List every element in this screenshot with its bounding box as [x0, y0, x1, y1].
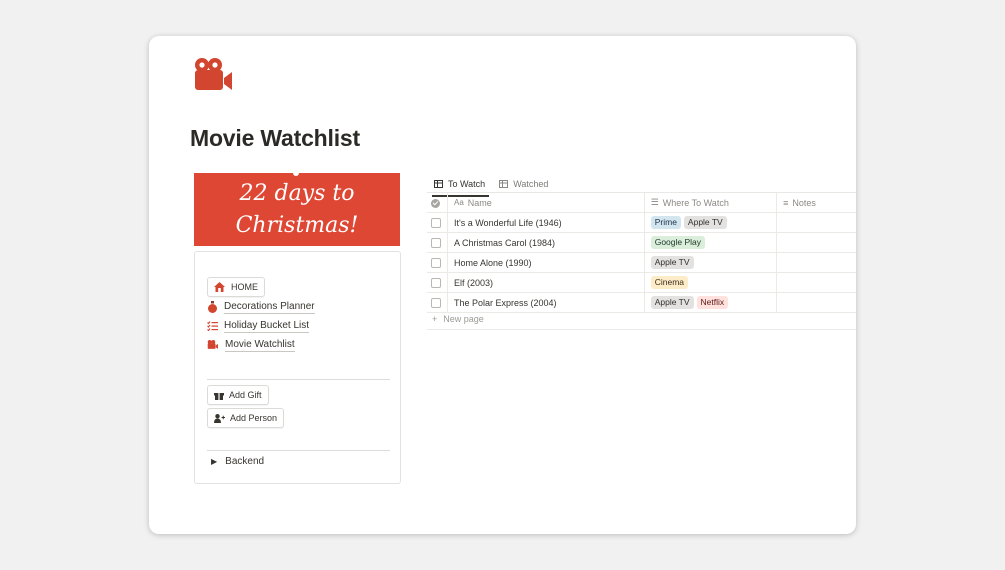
add-person-label: Add Person	[230, 413, 278, 423]
row-checkbox-cell	[427, 252, 448, 273]
table-bottom-border	[427, 329, 856, 330]
movie-name-cell[interactable]: Home Alone (1990)	[447, 252, 645, 273]
row-checkbox-cell	[427, 212, 448, 233]
notes-cell[interactable]	[776, 232, 856, 253]
new-page-label: New page	[443, 314, 484, 324]
banner-dot	[293, 170, 299, 176]
where-to-watch-cell[interactable]: Apple TV	[644, 252, 778, 273]
nav-item-holiday-bucket-list[interactable]: Holiday Bucket List	[207, 317, 310, 335]
page-title: Movie Watchlist	[190, 125, 360, 151]
navigation-panel: HOME Decorations Planner Holiday Bucket …	[194, 251, 401, 484]
new-page-button[interactable]: + New page	[432, 314, 484, 324]
platform-tag: Apple TV	[683, 216, 727, 229]
toggle-label: Backend	[225, 456, 265, 467]
ornament-icon	[207, 301, 218, 313]
table-icon	[434, 180, 443, 188]
page-card: Movie Watchlist 22 days to Christmas! HO…	[149, 36, 856, 534]
countdown-text: 22 days to Christmas!	[235, 180, 359, 238]
row-checkbox-cell	[427, 232, 448, 253]
notes-cell[interactable]	[776, 272, 856, 293]
table-row[interactable]: It's a Wonderful Life (1946) Prime Apple T…	[427, 212, 856, 233]
countdown-banner: 22 days to Christmas!	[194, 170, 400, 246]
movie-name-cell[interactable]: The Polar Express (2004)	[447, 292, 645, 313]
table-header-row: Aa Name ☰ Where To Watch ≡ Notes	[427, 193, 856, 213]
divider	[207, 379, 390, 380]
movie-camera-icon	[207, 340, 219, 350]
movie-camera-icon[interactable]	[193, 58, 235, 94]
text-lines-icon: ≡	[783, 197, 789, 208]
movie-name-cell[interactable]: A Christmas Carol (1984)	[447, 232, 645, 253]
movie-name-cell[interactable]: It's a Wonderful Life (1946)	[447, 212, 645, 233]
nav-home-button[interactable]: HOME	[207, 277, 265, 297]
multi-select-icon: ☰	[650, 197, 659, 207]
gift-box-icon	[214, 391, 224, 400]
platform-tag: Google Play	[650, 236, 706, 249]
notes-cell[interactable]	[776, 252, 856, 273]
platform-tag: Prime	[650, 216, 681, 229]
notes-cell[interactable]	[776, 212, 856, 233]
plus-icon: +	[432, 314, 438, 324]
where-to-watch-cell[interactable]: Cinema	[644, 272, 778, 293]
tab-label: To Watch	[448, 179, 486, 189]
row-checkbox[interactable]	[431, 297, 441, 308]
column-header-where-to-watch[interactable]: ☰ Where To Watch	[644, 193, 778, 213]
platform-tag: Apple TV	[650, 256, 694, 269]
column-label: Name	[467, 197, 492, 208]
table-row[interactable]: A Christmas Carol (1984) Google Play	[427, 232, 856, 253]
nav-item-label: HOME	[231, 281, 258, 292]
column-label: Where To Watch	[662, 197, 729, 208]
column-label: Notes	[792, 197, 816, 208]
tab-label: Watched	[513, 179, 549, 189]
notes-cell[interactable]	[776, 292, 856, 313]
platform-tag: Cinema	[650, 276, 689, 289]
row-checkbox-cell	[427, 292, 448, 313]
nav-item-label: Movie Watchlist	[225, 338, 295, 352]
nav-item-decorations-planner[interactable]: Decorations Planner	[207, 298, 315, 316]
row-checkbox[interactable]	[431, 257, 441, 268]
house-icon	[214, 282, 225, 292]
checked-circle-icon	[431, 198, 440, 208]
table-row[interactable]: Home Alone (1990) Apple TV	[427, 252, 856, 273]
column-header-notes[interactable]: ≡ Notes	[776, 193, 856, 213]
where-to-watch-cell[interactable]: Prime Apple TV	[644, 212, 778, 233]
row-checkbox-cell	[427, 272, 448, 293]
nav-item-movie-watchlist[interactable]: Movie Watchlist	[207, 336, 295, 354]
table-row[interactable]: The Polar Express (2004) Apple TV Netflix	[427, 292, 856, 313]
divider	[207, 450, 390, 451]
watchlist-table: Aa Name ☰ Where To Watch ≡ Notes It's a Won…	[427, 193, 856, 313]
add-gift-button[interactable]: Add Gift	[207, 385, 269, 405]
row-checkbox[interactable]	[431, 217, 441, 228]
add-person-icon	[214, 413, 225, 423]
nav-item-label: Decorations Planner	[224, 300, 315, 314]
checklist-icon	[207, 321, 218, 331]
triangle-right-icon[interactable]: ▶	[211, 457, 217, 466]
platform-tag: Apple TV	[650, 296, 694, 309]
backend-toggle[interactable]: ▶ Backend	[211, 456, 264, 467]
movie-name-cell[interactable]: Elf (2003)	[447, 272, 645, 293]
nav-item-label: Holiday Bucket List	[224, 319, 310, 333]
platform-tag: Netflix	[696, 296, 729, 309]
row-checkbox[interactable]	[431, 277, 441, 288]
add-gift-label: Add Gift	[229, 390, 262, 400]
table-row[interactable]: Elf (2003) Cinema	[427, 272, 856, 293]
column-header-name[interactable]: Aa Name	[447, 193, 645, 213]
where-to-watch-cell[interactable]: Google Play	[644, 232, 778, 253]
checkbox-column-header[interactable]	[427, 193, 448, 213]
row-checkbox[interactable]	[431, 237, 441, 248]
table-icon	[499, 180, 509, 188]
table-body: It's a Wonderful Life (1946) Prime Apple T…	[427, 212, 856, 313]
add-person-button[interactable]: Add Person	[207, 408, 285, 428]
where-to-watch-cell[interactable]: Apple TV Netflix	[644, 292, 778, 313]
text-property-icon: Aa	[454, 198, 464, 207]
